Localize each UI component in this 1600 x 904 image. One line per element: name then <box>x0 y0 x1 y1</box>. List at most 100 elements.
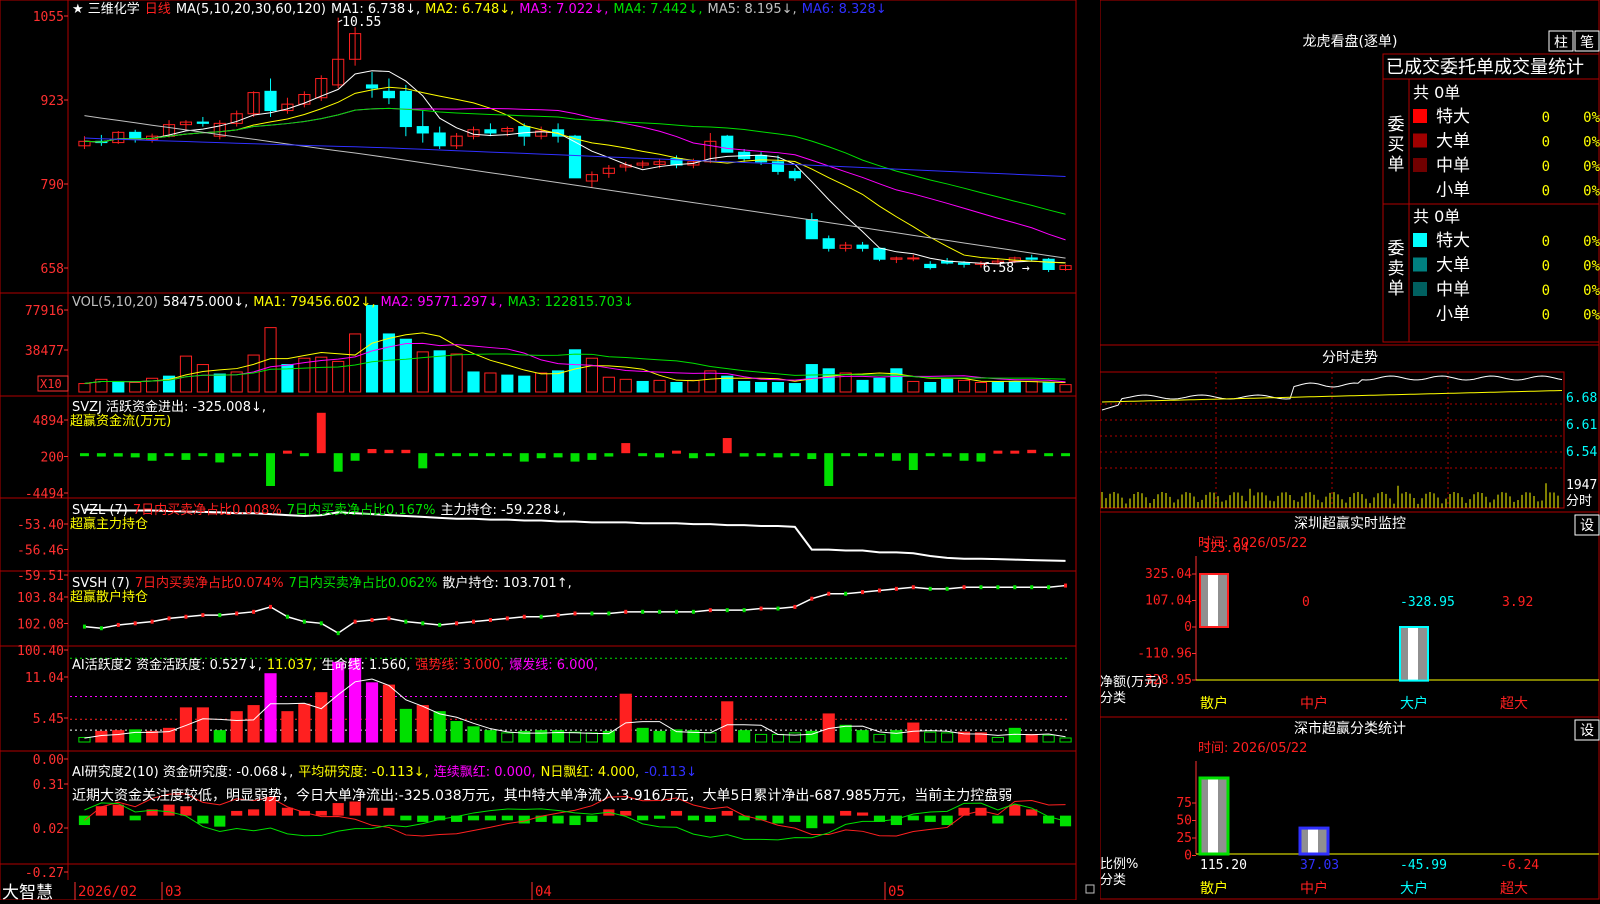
ai-research-bar[interactable] <box>552 815 564 824</box>
svzj-bar[interactable] <box>282 450 292 454</box>
candle-body[interactable] <box>416 126 429 134</box>
candle-body[interactable] <box>365 84 379 89</box>
volume-bar[interactable] <box>619 378 632 393</box>
ai-active-bar[interactable] <box>721 701 734 743</box>
candle-body[interactable] <box>433 132 446 147</box>
ai-research-bar[interactable] <box>924 815 936 822</box>
volume-bar[interactable] <box>332 360 345 393</box>
candle[interactable] <box>112 131 125 144</box>
svzj-bar[interactable] <box>249 453 259 457</box>
candle[interactable] <box>1059 264 1072 271</box>
ai-research-bar[interactable] <box>890 815 902 826</box>
svzj-bar[interactable] <box>875 453 884 457</box>
svzj-bar[interactable] <box>198 453 208 457</box>
candle-body[interactable] <box>805 219 818 240</box>
ai-research-bar[interactable] <box>721 810 733 816</box>
volume-bar[interactable] <box>315 356 328 393</box>
svzj-bar[interactable] <box>96 453 106 457</box>
svzj-bar[interactable] <box>993 450 1003 454</box>
volume-bar[interactable] <box>399 338 412 393</box>
svzj-bar[interactable] <box>485 453 495 457</box>
ai-active-bar[interactable] <box>467 726 480 743</box>
ai-research-bar[interactable] <box>248 809 260 816</box>
ai-research-bar[interactable] <box>772 815 784 824</box>
candle[interactable] <box>1042 257 1055 273</box>
volume-bar[interactable] <box>1042 382 1055 393</box>
ai-active-bar[interactable] <box>890 730 903 743</box>
ai-active-bar[interactable] <box>839 724 852 743</box>
volume-bar[interactable] <box>974 382 988 393</box>
candle-body[interactable] <box>924 263 937 269</box>
ai-research-bar[interactable] <box>315 810 327 816</box>
ai-active-bar[interactable] <box>991 736 1004 743</box>
volume-bar[interactable] <box>873 377 886 393</box>
candle-body[interactable] <box>1025 257 1038 260</box>
candle-body[interactable] <box>196 121 209 124</box>
volume-bar[interactable] <box>704 370 717 393</box>
ai-active-bar[interactable] <box>585 732 598 743</box>
ai-research-bar[interactable] <box>856 812 869 816</box>
svzj-bar[interactable] <box>1061 453 1071 457</box>
ai-active-bar[interactable] <box>568 731 582 743</box>
ai-research-bar[interactable] <box>653 815 666 819</box>
ai-research-bar[interactable] <box>467 815 480 821</box>
ai-research-bar[interactable] <box>112 804 124 816</box>
right-panels-svg[interactable]: 龙虎看盘(逐单) 柱笔已成交委托单成交量统计委买单共 0单特大 0 0%大单 0 0%中单… <box>1099 0 1600 900</box>
candle[interactable] <box>129 129 142 143</box>
ai-active-bar[interactable] <box>619 693 632 743</box>
volume-bar[interactable] <box>991 382 1004 393</box>
candle-body[interactable] <box>264 90 277 112</box>
candle[interactable] <box>484 123 497 137</box>
svzj-bar[interactable] <box>350 453 360 461</box>
svzj-bar[interactable] <box>401 449 411 454</box>
volume-bar[interactable] <box>196 364 209 393</box>
candle[interactable] <box>281 97 294 114</box>
candle[interactable] <box>433 126 446 149</box>
ai-research-bar[interactable] <box>400 815 412 821</box>
candle-body[interactable] <box>873 247 886 260</box>
svzj-bar[interactable] <box>807 453 817 460</box>
candle[interactable] <box>721 134 734 153</box>
volume-bar[interactable] <box>1025 380 1038 393</box>
svzj-bar[interactable] <box>164 453 174 457</box>
svzj-bar[interactable] <box>739 453 749 457</box>
ai-active-bar[interactable] <box>907 722 920 743</box>
candle[interactable] <box>822 235 835 252</box>
svzj-bar[interactable] <box>841 453 851 457</box>
svzj-bar[interactable] <box>688 453 698 459</box>
ai-active-bar[interactable] <box>941 732 954 743</box>
volume-bar[interactable] <box>754 382 768 393</box>
svzj-bar[interactable] <box>672 450 681 454</box>
svzj-bar[interactable] <box>621 443 631 454</box>
volume-bar[interactable] <box>213 373 226 393</box>
ai-active-bar[interactable] <box>230 711 243 743</box>
volume-bar[interactable] <box>382 333 396 393</box>
candle[interactable] <box>805 213 818 240</box>
sz-monitor-bars[interactable] <box>1199 573 1429 682</box>
ai-active-bar[interactable] <box>332 661 345 743</box>
volume-bar[interactable] <box>450 353 463 393</box>
volume-bar[interactable] <box>636 380 649 393</box>
svzj-bar[interactable] <box>299 453 309 457</box>
ai-research-bar[interactable] <box>569 815 581 826</box>
svzj-bar[interactable] <box>570 453 580 462</box>
volume-bar[interactable] <box>822 368 835 393</box>
svzj-bar[interactable] <box>638 453 648 457</box>
svzj-bar[interactable] <box>925 453 935 457</box>
volume-bar[interactable] <box>129 382 142 393</box>
candle-body[interactable] <box>754 154 768 163</box>
volume-bar[interactable] <box>568 349 582 393</box>
volume-bar[interactable] <box>467 371 480 393</box>
volume-bar[interactable] <box>535 372 548 393</box>
volume-bar[interactable] <box>924 382 937 393</box>
candle[interactable] <box>568 134 582 179</box>
ai-research-bar[interactable] <box>231 810 243 816</box>
ai-active-bar[interactable] <box>535 730 548 743</box>
ai-active-bar[interactable] <box>856 730 869 743</box>
candles[interactable] <box>78 17 1072 273</box>
candle[interactable] <box>264 78 277 117</box>
candle[interactable] <box>907 254 920 262</box>
ai-research-bar[interactable] <box>840 810 852 816</box>
svzj-bar[interactable] <box>891 453 901 461</box>
candle[interactable] <box>636 160 649 169</box>
